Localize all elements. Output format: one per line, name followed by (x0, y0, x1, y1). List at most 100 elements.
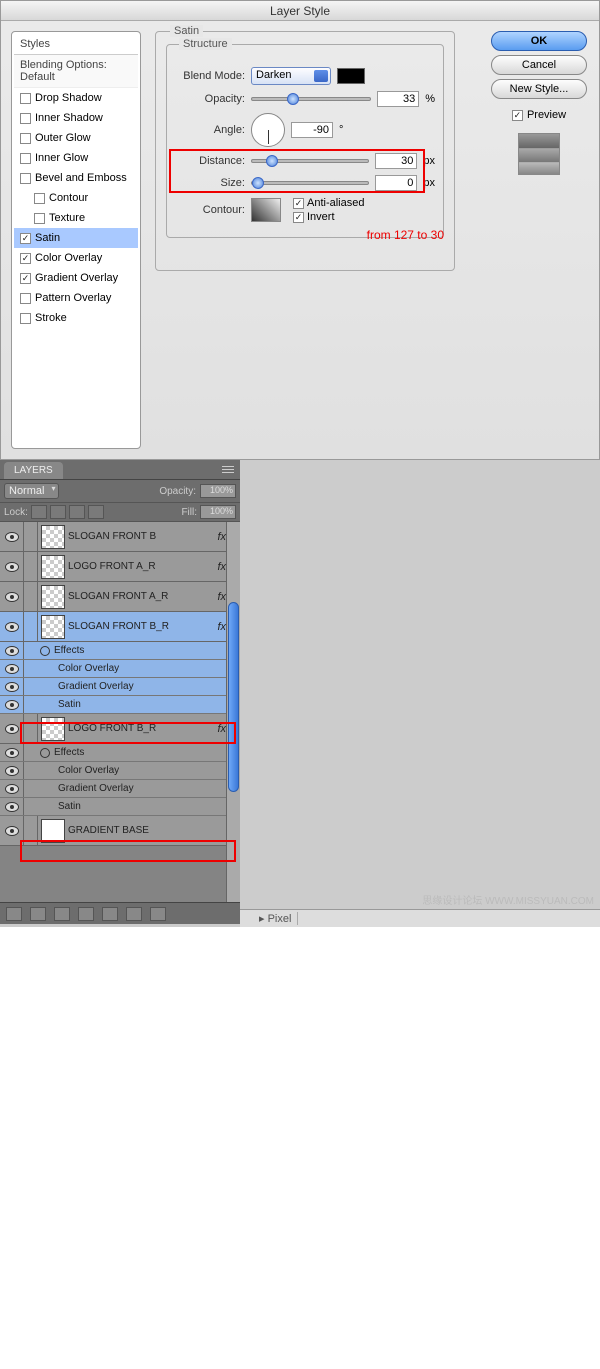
lock-position-icon[interactable] (69, 505, 85, 519)
size-slider[interactable] (251, 181, 369, 185)
effect-row[interactable]: Color Overlay (0, 660, 240, 678)
blending-options-row[interactable]: Blending Options: Default (14, 55, 138, 88)
lock-pixels-icon[interactable] (50, 505, 66, 519)
visibility-toggle[interactable] (0, 696, 24, 713)
layer-name-label: SLOGAN FRONT A_R (68, 591, 217, 602)
document-canvas[interactable] (240, 920, 600, 1369)
effects-label: Effects (54, 747, 228, 758)
style-item-satin[interactable]: Satin (14, 228, 138, 248)
layer-row[interactable]: SLOGAN FRONT Bfx▾ (0, 522, 240, 552)
effects-label: Effects (54, 645, 228, 656)
eye-icon (5, 748, 19, 758)
layer-opacity-input[interactable]: 100% (200, 484, 236, 498)
antialiased-checkbox[interactable]: Anti-aliased (293, 197, 364, 209)
layer-blend-select[interactable]: Normal (4, 483, 59, 499)
unit-display[interactable]: ▸ Pixel (253, 912, 298, 925)
opacity-slider[interactable] (251, 97, 371, 101)
visibility-toggle[interactable] (0, 642, 24, 659)
effect-row[interactable]: Satin (0, 798, 240, 816)
style-item-texture[interactable]: Texture (14, 208, 138, 228)
style-checkbox[interactable] (34, 193, 45, 204)
layer-thumbnail[interactable] (41, 525, 65, 549)
layers-tab[interactable]: LAYERS (4, 462, 63, 479)
style-checkbox[interactable] (20, 233, 31, 244)
layer-name-label: GRADIENT BASE (68, 825, 228, 836)
mask-icon[interactable] (54, 907, 70, 921)
style-label: Pattern Overlay (35, 292, 111, 304)
style-checkbox[interactable] (20, 133, 31, 144)
style-checkbox[interactable] (20, 173, 31, 184)
visibility-toggle[interactable] (0, 552, 24, 581)
style-item-color-overlay[interactable]: Color Overlay (14, 248, 138, 268)
layers-panel-footer (0, 902, 240, 924)
visibility-toggle[interactable] (0, 798, 24, 815)
effect-name-label: Color Overlay (40, 765, 240, 776)
style-checkbox[interactable] (34, 213, 45, 224)
style-checkbox[interactable] (20, 293, 31, 304)
adjustment-icon[interactable] (78, 907, 94, 921)
style-checkbox[interactable] (20, 313, 31, 324)
layer-thumbnail[interactable] (41, 555, 65, 579)
ok-button[interactable]: OK (491, 31, 587, 51)
visibility-toggle[interactable] (0, 744, 24, 761)
layer-row[interactable]: SLOGAN FRONT B_Rfx▴ (0, 612, 240, 642)
style-item-contour[interactable]: Contour (14, 188, 138, 208)
effect-row[interactable]: Gradient Overlay (0, 678, 240, 696)
layer-row[interactable]: LOGO FRONT A_Rfx▾ (0, 552, 240, 582)
eye-icon (5, 766, 19, 776)
effect-row[interactable]: Color Overlay (0, 762, 240, 780)
fx-icon[interactable] (30, 907, 46, 921)
visibility-toggle[interactable] (0, 780, 24, 797)
invert-checkbox[interactable]: Invert (293, 211, 364, 223)
cancel-button[interactable]: Cancel (491, 55, 587, 75)
layer-thumbnail[interactable] (41, 585, 65, 609)
styles-header[interactable]: Styles (14, 34, 138, 55)
effects-header[interactable]: Effects▴ (0, 744, 240, 762)
style-checkbox[interactable] (20, 253, 31, 264)
style-item-inner-glow[interactable]: Inner Glow (14, 148, 138, 168)
style-checkbox[interactable] (20, 153, 31, 164)
style-item-gradient-overlay[interactable]: Gradient Overlay (14, 268, 138, 288)
visibility-toggle[interactable] (0, 660, 24, 677)
trash-icon[interactable] (150, 907, 166, 921)
style-checkbox[interactable] (20, 113, 31, 124)
visibility-toggle[interactable] (0, 582, 24, 611)
effect-row[interactable]: Gradient Overlay (0, 780, 240, 798)
style-item-stroke[interactable]: Stroke (14, 308, 138, 328)
effect-row[interactable]: Satin (0, 696, 240, 714)
panel-menu-icon[interactable] (219, 462, 237, 476)
distance-slider[interactable] (251, 159, 369, 163)
new-style-button[interactable]: New Style... (491, 79, 587, 99)
angle-label: Angle: (175, 124, 245, 136)
fx-badge: fx (217, 561, 226, 573)
style-item-inner-shadow[interactable]: Inner Shadow (14, 108, 138, 128)
effects-header[interactable]: Effects▴ (0, 642, 240, 660)
layer-row[interactable]: SLOGAN FRONT A_Rfx▾ (0, 582, 240, 612)
layer-thumbnail[interactable] (41, 819, 65, 843)
lock-transparency-icon[interactable] (31, 505, 47, 519)
style-item-bevel-and-emboss[interactable]: Bevel and Emboss (14, 168, 138, 188)
visibility-toggle[interactable] (0, 678, 24, 695)
visibility-toggle[interactable] (0, 612, 24, 641)
style-item-drop-shadow[interactable]: Drop Shadow (14, 88, 138, 108)
new-layer-icon[interactable] (126, 907, 142, 921)
layer-thumbnail[interactable] (41, 615, 65, 639)
link-layers-icon[interactable] (6, 907, 22, 921)
group-icon[interactable] (102, 907, 118, 921)
layer-fill-input[interactable]: 100% (200, 505, 236, 519)
preview-checkbox[interactable]: Preview (512, 109, 566, 121)
angle-input[interactable]: -90 (291, 122, 333, 138)
angle-dial[interactable] (251, 113, 285, 147)
blend-color-swatch[interactable] (337, 68, 365, 84)
lock-all-icon[interactable] (88, 505, 104, 519)
opacity-input[interactable]: 33 (377, 91, 419, 107)
blend-mode-select[interactable]: Darken (251, 67, 331, 85)
style-checkbox[interactable] (20, 93, 31, 104)
visibility-toggle[interactable] (0, 762, 24, 779)
contour-picker[interactable] (251, 198, 281, 222)
style-item-outer-glow[interactable]: Outer Glow (14, 128, 138, 148)
visibility-toggle[interactable] (0, 522, 24, 551)
eye-icon (5, 622, 19, 632)
style-item-pattern-overlay[interactable]: Pattern Overlay (14, 288, 138, 308)
style-checkbox[interactable] (20, 273, 31, 284)
